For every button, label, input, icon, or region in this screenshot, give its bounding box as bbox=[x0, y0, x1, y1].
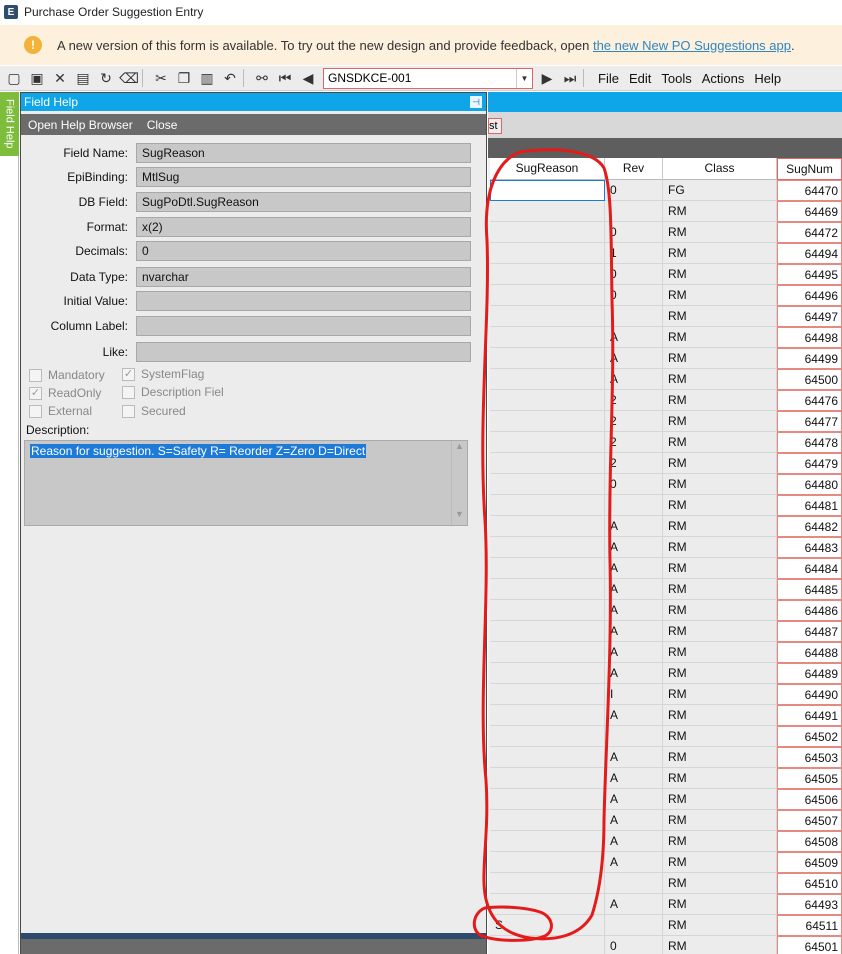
freehand-ellipse-annotation bbox=[481, 148, 615, 941]
small-ellipse-annotation bbox=[472, 905, 553, 942]
red-annotation-overlay bbox=[472, 148, 615, 942]
app-window: E Purchase Order Suggestion Entry ! A ne… bbox=[0, 0, 842, 954]
